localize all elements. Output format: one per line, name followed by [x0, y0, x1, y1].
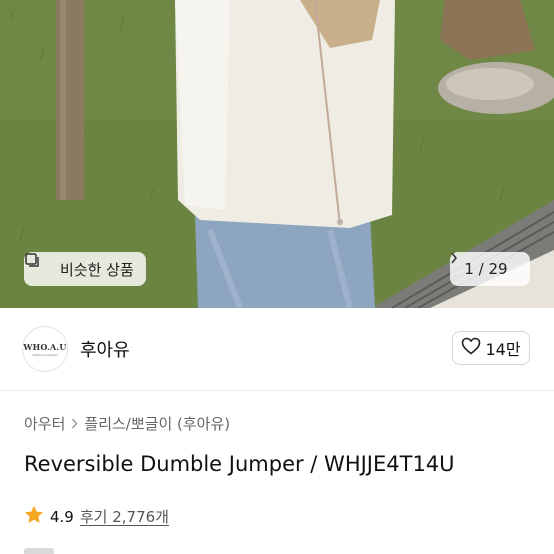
product-title: Reversible Dumble Jumper / WHJJE4T14U	[24, 452, 455, 476]
reviews-link[interactable]: 후기 2,776개	[80, 506, 169, 527]
similar-products-button[interactable]: 비슷한 상품	[24, 252, 146, 286]
logo-subtext: California Dream	[32, 352, 58, 357]
next-section-edge	[24, 548, 54, 554]
rating-summary: 4.9 후기 2,776개	[24, 505, 169, 528]
seller-logo[interactable]: WHO.A.U California Dream	[22, 326, 68, 372]
like-count: 14만	[485, 340, 521, 359]
breadcrumb-item-outer[interactable]: 아우터	[24, 413, 65, 434]
square-stack-icon	[25, 253, 54, 278]
pager-text: 1 / 29	[464, 260, 508, 278]
like-button[interactable]: 14만	[452, 331, 530, 365]
product-image-carousel[interactable]: 비슷한 상품 1 / 29	[0, 0, 554, 308]
divider	[0, 390, 554, 391]
logo-text: WHO.A.U	[23, 341, 67, 352]
star-icon	[24, 505, 44, 528]
breadcrumb: 아우터 플리스/뽀글이 (후아유)	[24, 413, 230, 434]
image-pager[interactable]: 1 / 29	[450, 252, 530, 286]
breadcrumb-item-fleece[interactable]: 플리스/뽀글이 (후아유)	[84, 413, 230, 434]
seller-name[interactable]: 후아유	[80, 336, 130, 362]
chevron-right-icon	[71, 415, 78, 433]
rating-score: 4.9	[50, 507, 74, 526]
heart-outline-icon	[461, 337, 481, 359]
similar-products-label: 비슷한 상품	[60, 260, 134, 279]
